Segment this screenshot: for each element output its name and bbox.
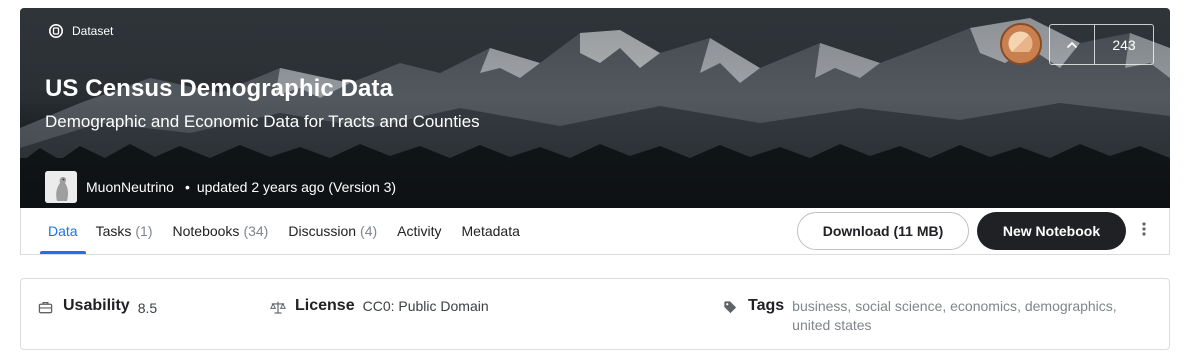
tab-metadata[interactable]: Metadata bbox=[462, 208, 520, 254]
updated-text: updated 2 years ago (Version 3) bbox=[196, 179, 397, 195]
tab-data[interactable]: Data bbox=[40, 208, 86, 254]
vote-count: 243 bbox=[1112, 36, 1136, 53]
license-item: License CC0: Public Domain bbox=[270, 297, 489, 316]
tab-count: (34) bbox=[243, 223, 269, 239]
dataset-type-label: Dataset bbox=[48, 23, 113, 39]
tab-label: Activity bbox=[397, 223, 442, 239]
author-avatar[interactable] bbox=[45, 171, 77, 203]
tag-economics[interactable]: economics bbox=[950, 298, 1017, 314]
page-subtitle: Demographic and Economic Data for Tracts… bbox=[45, 112, 480, 131]
page-title: US Census Demographic Data bbox=[45, 75, 394, 102]
tab-activity[interactable]: Activity bbox=[397, 208, 441, 254]
download-button[interactable]: Download (11 MB) bbox=[797, 212, 969, 250]
tab-list: Data Tasks (1) Notebooks (34) Discussion… bbox=[21, 208, 520, 254]
tab-label: Discussion bbox=[288, 223, 357, 239]
tab-notebooks[interactable]: Notebooks (34) bbox=[173, 208, 269, 254]
tag-separator: , bbox=[1112, 298, 1117, 314]
tab-discussion[interactable]: Discussion (4) bbox=[288, 208, 377, 254]
more-vert-icon bbox=[1142, 221, 1146, 242]
tab-label: Notebooks bbox=[172, 223, 240, 239]
license-value[interactable]: CC0: Public Domain bbox=[363, 298, 489, 314]
tag-demographics[interactable]: demographics bbox=[1025, 298, 1113, 314]
more-options-button[interactable] bbox=[1134, 220, 1154, 242]
dataset-header-banner: Dataset US Census Demographic Data Demog… bbox=[20, 8, 1170, 208]
tag-united-states[interactable]: united states bbox=[792, 317, 871, 333]
author-row: MuonNeutrino • updated 2 years ago (Vers… bbox=[45, 171, 396, 203]
tab-count: (4) bbox=[360, 223, 378, 239]
tag-business[interactable]: business bbox=[792, 298, 847, 314]
separator-dot: • bbox=[184, 179, 190, 195]
tags-label: Tags bbox=[748, 297, 785, 314]
tab-count: (1) bbox=[135, 223, 153, 239]
briefcase-icon bbox=[38, 300, 54, 316]
tab-label: Tasks bbox=[95, 223, 132, 239]
tab-label: Metadata bbox=[461, 223, 520, 239]
dataset-icon bbox=[48, 23, 64, 39]
license-label: License bbox=[295, 297, 355, 314]
tag-icon bbox=[723, 300, 739, 316]
tag-separator: , bbox=[1017, 298, 1025, 314]
usability-label: Usability bbox=[63, 297, 130, 314]
usability-value: 8.5 bbox=[137, 300, 158, 316]
dataset-tab-bar: Data Tasks (1) Notebooks (34) Discussion… bbox=[20, 208, 1170, 255]
upvote-control: 243 bbox=[1049, 24, 1154, 65]
author-name[interactable]: MuonNeutrino bbox=[86, 179, 174, 195]
tag-social-science[interactable]: social science bbox=[855, 298, 942, 314]
scale-icon bbox=[270, 300, 286, 316]
new-notebook-button[interactable]: New Notebook bbox=[977, 212, 1126, 250]
tags-item: Tags business, social science, economics… bbox=[723, 297, 1152, 335]
dataset-info-card: Usability 8.5 License CC0: Public Domain… bbox=[20, 278, 1170, 350]
chevron-up-icon bbox=[1066, 36, 1078, 54]
tab-tasks[interactable]: Tasks (1) bbox=[96, 208, 153, 254]
owner-avatar[interactable] bbox=[1000, 23, 1042, 65]
tag-list: business, social science, economics, dem… bbox=[792, 297, 1152, 335]
upvote-button[interactable] bbox=[1050, 25, 1095, 64]
dataset-type-text: Dataset bbox=[72, 24, 114, 38]
tab-label: Data bbox=[48, 223, 78, 239]
tag-separator: , bbox=[942, 298, 951, 314]
usability-item: Usability 8.5 bbox=[38, 297, 157, 316]
